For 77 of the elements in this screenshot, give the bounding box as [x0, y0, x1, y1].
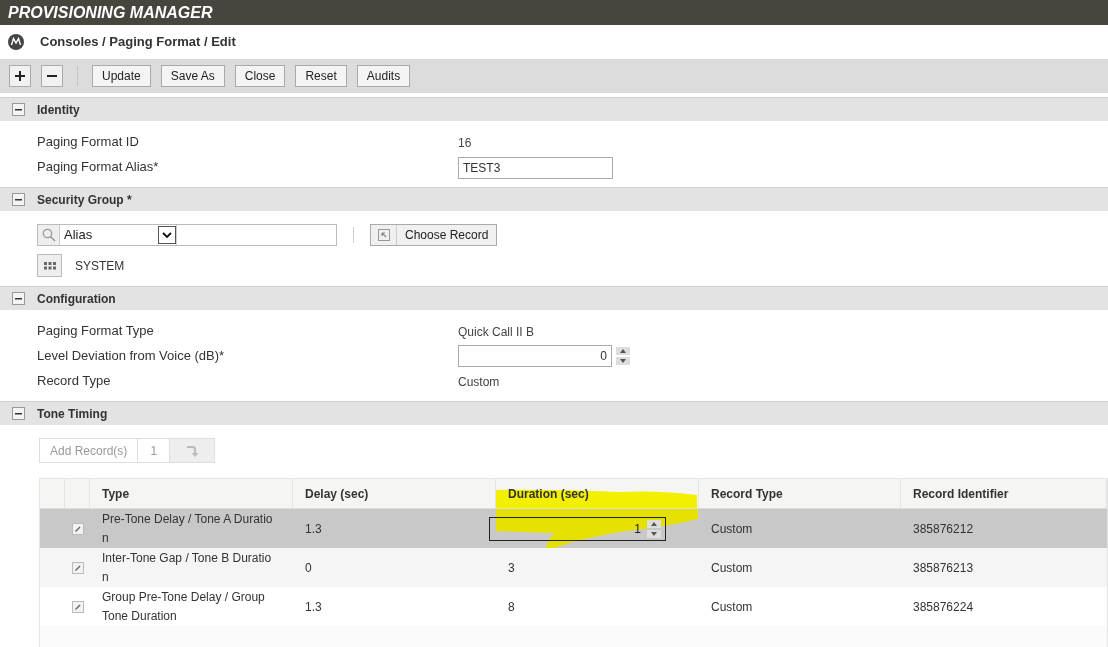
spin-up-button[interactable] [647, 519, 661, 528]
table-cell-text: 385876212 [912, 520, 975, 538]
add-button[interactable] [9, 65, 31, 87]
grid-icon [43, 261, 56, 270]
minus-icon [15, 295, 22, 302]
pencil-icon[interactable] [71, 522, 84, 535]
table-cell-text: 3 [507, 559, 516, 577]
pencil-icon[interactable] [71, 561, 84, 574]
table-cell-text: 385876213 [912, 559, 975, 577]
field-value: Custom [458, 374, 500, 389]
minus-icon [15, 196, 22, 203]
chevron-down-icon [162, 231, 172, 239]
table-cell-text: 0 [304, 559, 313, 577]
column-header[interactable]: Record Identifier [901, 484, 1021, 503]
collapse-button[interactable] [12, 407, 25, 420]
section-title: Tone Timing [37, 405, 108, 423]
table-cell-text: Custom [710, 598, 754, 616]
field-label: Level Deviation from Voice (dB)* [36, 346, 226, 365]
column-header[interactable]: Duration (sec) [496, 484, 601, 503]
text-field[interactable]: TEST3 [458, 156, 613, 179]
add-records-label: Add Record(s) [40, 439, 139, 462]
number-field[interactable]: 0 [458, 344, 612, 367]
column-header[interactable]: Record Type [699, 484, 795, 503]
column-header[interactable]: Type [90, 484, 142, 503]
field-dropdown-value: Alias [63, 226, 94, 245]
table-cell-text: Pre-Tone Delay / Tone A Duration [102, 510, 274, 547]
down-arrow-icon [651, 531, 657, 536]
up-arrow-icon [620, 348, 626, 353]
collapse-button[interactable] [12, 103, 25, 116]
logo-icon [8, 34, 24, 50]
section-title: Security Group * [37, 191, 132, 209]
field-label: Paging Format Type [36, 321, 155, 340]
turn-arrow-icon [185, 443, 200, 458]
collapse-button[interactable] [12, 292, 25, 305]
table-cell-text: 8 [507, 598, 516, 616]
toolbar-button[interactable]: Update [92, 65, 151, 87]
security-group-value: SYSTEM [75, 257, 125, 275]
grid-button[interactable] [37, 254, 62, 277]
spin-down-button[interactable] [647, 529, 661, 538]
table-cell-text: 385876224 [912, 598, 975, 616]
toolbar-button[interactable]: Close [234, 65, 286, 87]
table-cell-text: Custom [710, 559, 754, 577]
field-label: Record Type [36, 371, 112, 390]
table-row[interactable]: Inter-Tone Gap / Tone B Duration 0 3 Custom 385876213 [40, 548, 1107, 587]
table-cell-text: Custom [710, 520, 754, 538]
table-cell-text: Group Pre-Tone Delay / Group Tone Duration [102, 588, 266, 625]
plus-icon [15, 71, 25, 81]
field-label: Paging Format ID [36, 132, 140, 151]
arrow-box-icon [377, 229, 390, 241]
breadcrumb: Consoles / Paging Format / Edit [40, 33, 236, 52]
column-header[interactable]: Delay (sec) [293, 484, 381, 503]
minus-icon [15, 410, 22, 417]
table-cell-text: 1.3 [304, 520, 323, 538]
field-value: Quick Call II B [458, 324, 535, 339]
spin-up-button[interactable] [616, 346, 630, 355]
toolbar-button[interactable]: Reset [295, 65, 347, 87]
section-title: Identity [37, 101, 80, 119]
search-field[interactable]: Alias [37, 224, 337, 246]
down-arrow-icon [620, 358, 626, 363]
collapse-button[interactable] [12, 193, 25, 206]
app-title: PROVISIONING MANAGER [8, 2, 213, 23]
up-arrow-icon [651, 521, 657, 526]
table-row[interactable]: Group Pre-Tone Delay / Group Tone Duration 1.3 8 Custom 385876224 [40, 587, 1107, 626]
toolbar-button[interactable]: Save As [160, 65, 225, 87]
pencil-icon[interactable] [71, 600, 84, 613]
table-cell-text: Inter-Tone Gap / Tone B Duration [102, 549, 273, 586]
field-label: Paging Format Alias* [36, 157, 160, 176]
toolbar-button[interactable]: Audits [356, 65, 411, 87]
section-title: Configuration [37, 290, 116, 308]
dropdown-button[interactable] [158, 226, 176, 244]
search-icon [41, 228, 56, 242]
remove-button[interactable] [41, 65, 63, 87]
choose-record-button[interactable]: Choose Record [370, 224, 498, 246]
field-value: 16 [458, 135, 472, 150]
table-cell-text: 1.3 [304, 598, 323, 616]
minus-icon [15, 106, 22, 113]
spin-down-button[interactable] [616, 356, 630, 365]
